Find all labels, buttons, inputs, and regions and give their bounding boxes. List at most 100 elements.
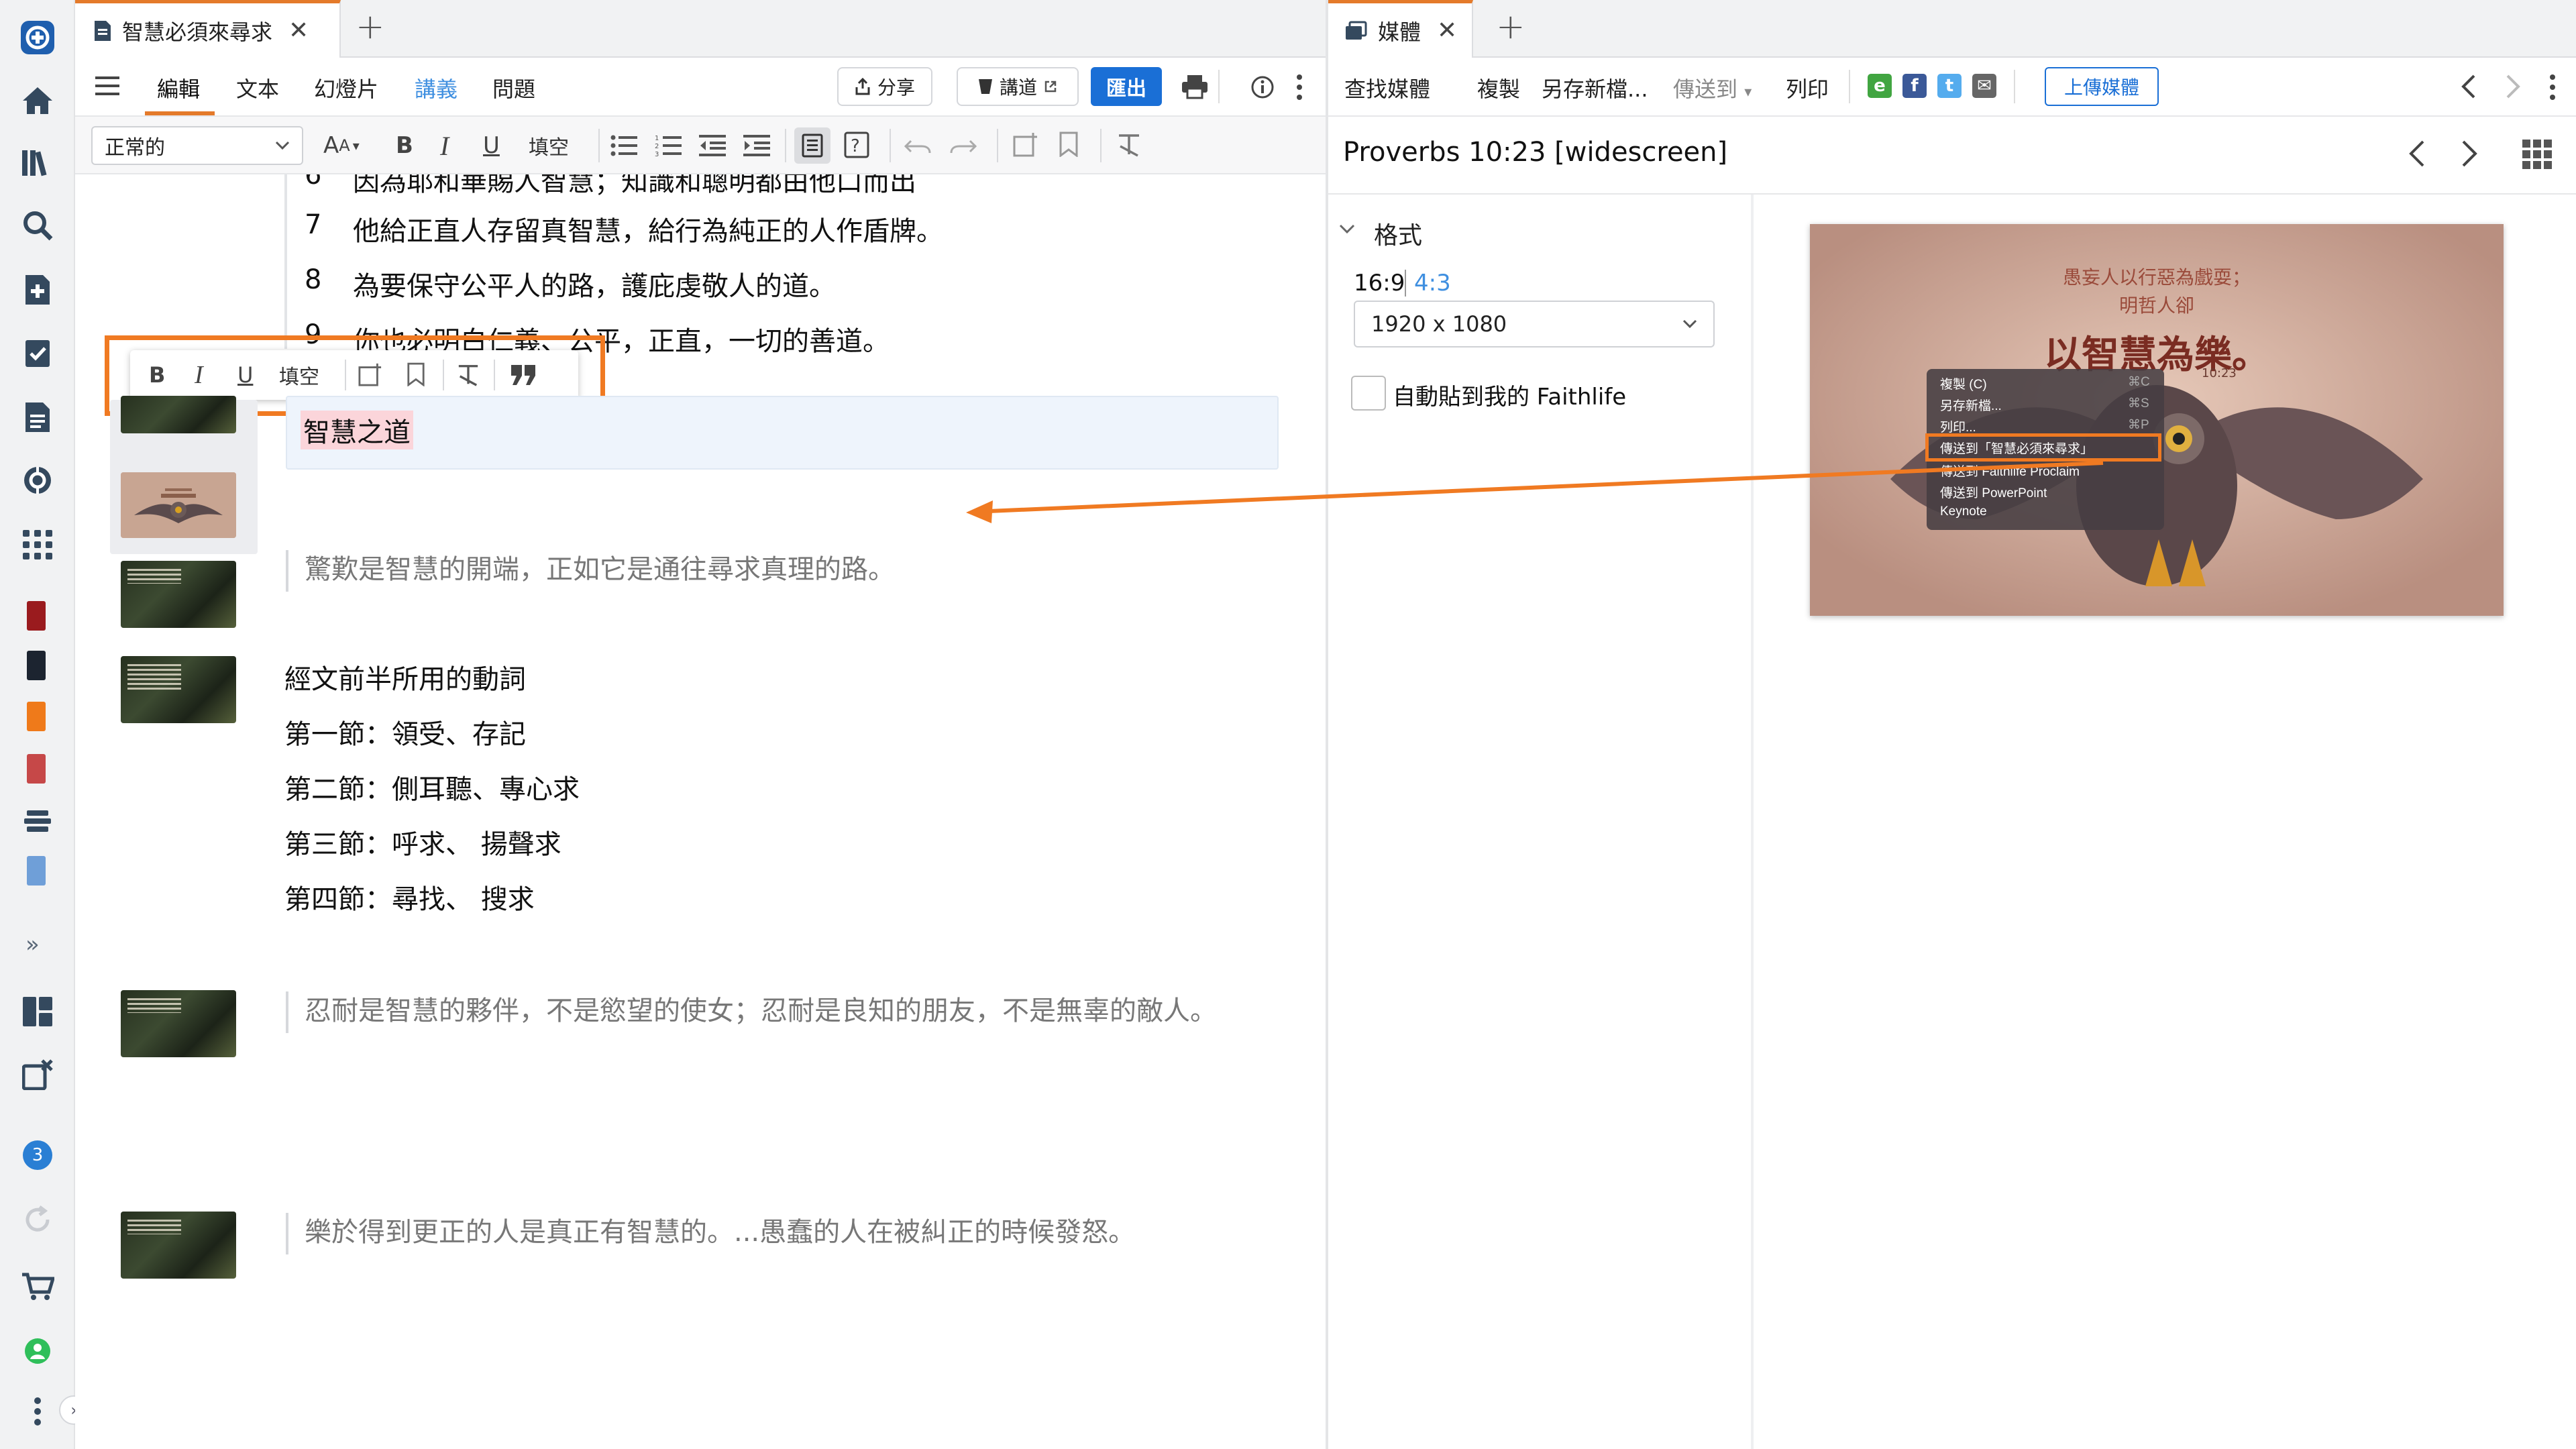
- new-tab-button[interactable]: +: [1496, 7, 1525, 47]
- book-icon[interactable]: [27, 856, 46, 885]
- bold-button[interactable]: B: [396, 126, 413, 165]
- sermon-button[interactable]: 講道: [957, 67, 1079, 106]
- collapse-icon[interactable]: [1339, 224, 1355, 237]
- tab-edit[interactable]: 編輯: [157, 72, 200, 103]
- block-line[interactable]: 第四節：尋找、 搜求: [284, 877, 535, 916]
- clear-format-icon[interactable]: [1116, 133, 1142, 160]
- home-icon[interactable]: [19, 82, 56, 119]
- book-icon[interactable]: [27, 601, 46, 631]
- close-tab-icon[interactable]: ✕: [288, 17, 309, 44]
- book-icon[interactable]: [27, 702, 46, 731]
- info-icon[interactable]: [1250, 75, 1275, 102]
- tab-media[interactable]: 媒體 ✕: [1328, 0, 1473, 58]
- verse-text[interactable]: 他給正直人存留真智慧，給行為純正的人作盾牌。: [353, 209, 943, 248]
- quote-text[interactable]: 樂於得到更正的人是真正有智慧的。...愚蠢的人在被糾正的時候發怒。: [305, 1210, 1135, 1249]
- italic-button[interactable]: I: [440, 126, 449, 165]
- fill-blank-button[interactable]: 填空: [279, 357, 319, 393]
- grid-view-icon[interactable]: [2522, 140, 2552, 172]
- close-tab-icon[interactable]: ✕: [1437, 17, 1457, 44]
- layout-icon[interactable]: [19, 993, 56, 1030]
- quote-text[interactable]: 驚歎是智慧的開端，正如它是通往尋求真理的路。: [305, 547, 895, 586]
- undo-icon[interactable]: [904, 138, 931, 157]
- twitter-icon[interactable]: t: [1937, 74, 1962, 98]
- apps-grid-icon[interactable]: [19, 526, 56, 564]
- facebook-icon[interactable]: f: [1902, 74, 1927, 98]
- quote-text[interactable]: 忍耐是智慧的夥伴，不是慾望的使女；忍耐是良知的朋友，不是無辜的敵人。: [305, 989, 1217, 1028]
- menu-item-copy[interactable]: 複製 (C): [1940, 374, 1987, 392]
- forward-icon[interactable]: [2505, 74, 2521, 102]
- autopost-checkbox[interactable]: [1351, 376, 1386, 411]
- book-icon[interactable]: [27, 754, 46, 784]
- bold-button[interactable]: B: [149, 357, 165, 393]
- quote-icon[interactable]: [510, 364, 538, 389]
- faithlife-logo-icon[interactable]: [19, 19, 56, 56]
- tab-document[interactable]: 智慧必須來尋求 ✕: [75, 0, 341, 58]
- tab-slides[interactable]: 幻燈片: [314, 72, 378, 103]
- doc-more-icon[interactable]: [1296, 74, 1303, 103]
- numbered-list-icon[interactable]: 123: [655, 134, 682, 160]
- indent-icon[interactable]: [743, 134, 770, 160]
- guides-icon[interactable]: [19, 462, 56, 499]
- back-icon[interactable]: [2461, 74, 2477, 102]
- share-button[interactable]: 分享: [837, 67, 932, 106]
- print-icon[interactable]: [1181, 74, 1209, 102]
- fill-blank-button[interactable]: 填空: [529, 126, 569, 165]
- italic-button[interactable]: I: [195, 357, 203, 393]
- close-panels-icon[interactable]: [19, 1056, 56, 1093]
- add-document-icon[interactable]: [19, 271, 56, 309]
- export-button[interactable]: 匯出: [1091, 67, 1162, 106]
- previous-media-icon[interactable]: [2408, 140, 2426, 170]
- menu-item-print[interactable]: 列印...: [1940, 417, 1976, 435]
- redo-icon[interactable]: [950, 138, 977, 157]
- library-icon[interactable]: [19, 144, 56, 181]
- block-line[interactable]: 第三節：呼求、 揚聲求: [284, 822, 561, 861]
- paragraph-style-select[interactable]: 正常的: [91, 126, 303, 165]
- underline-button[interactable]: U: [483, 126, 500, 165]
- resolution-select[interactable]: 1920 x 1080: [1354, 301, 1715, 347]
- content-block-button[interactable]: [794, 127, 830, 164]
- slide-thumbnail-owl[interactable]: [121, 472, 236, 538]
- slide-thumbnail[interactable]: [121, 1212, 236, 1279]
- find-media-button[interactable]: 查找媒體: [1344, 72, 1430, 103]
- selected-heading[interactable]: 智慧之道: [301, 411, 413, 449]
- block-title[interactable]: 經文前半所用的動詞: [284, 657, 526, 696]
- menu-item-send-to-powerpoint[interactable]: 傳送到 PowerPoint: [1940, 483, 2047, 501]
- cart-icon[interactable]: [19, 1268, 56, 1305]
- notification-badge[interactable]: 3: [23, 1140, 52, 1170]
- media-more-icon[interactable]: [2549, 74, 2556, 103]
- slide-thumbnail[interactable]: [121, 561, 236, 628]
- document-icon[interactable]: [19, 398, 56, 436]
- new-tab-button[interactable]: +: [356, 7, 385, 47]
- tab-handout[interactable]: 講義: [415, 72, 458, 103]
- underline-button[interactable]: U: [237, 357, 253, 393]
- search-icon[interactable]: [19, 207, 56, 244]
- menu-item-save[interactable]: 另存新檔...: [1940, 396, 2002, 414]
- copy-button[interactable]: 複製: [1477, 72, 1520, 103]
- stack-icon[interactable]: [19, 802, 56, 840]
- add-note-icon[interactable]: [358, 362, 382, 389]
- clear-format-icon[interactable]: [456, 364, 480, 389]
- question-block-icon[interactable]: ?: [844, 131, 869, 161]
- reading-plan-icon[interactable]: [19, 334, 56, 372]
- save-new-button[interactable]: 另存新檔...: [1542, 72, 1648, 103]
- add-note-icon[interactable]: [1013, 131, 1038, 160]
- bookmark-icon[interactable]: [1059, 131, 1079, 160]
- font-size-button[interactable]: A A ▾: [323, 126, 360, 165]
- menu-item-keynote[interactable]: Keynote: [1940, 504, 1987, 519]
- bookmark-icon[interactable]: [407, 362, 425, 389]
- upload-media-button[interactable]: 上傳媒體: [2045, 67, 2159, 106]
- ratio-4-3-option[interactable]: 4:3: [1414, 270, 1451, 297]
- slide-thumbnail[interactable]: [121, 656, 236, 723]
- hamburger-icon[interactable]: [95, 75, 119, 99]
- next-media-icon[interactable]: [2461, 140, 2478, 170]
- sync-icon[interactable]: [19, 1201, 56, 1238]
- verse-text[interactable]: 為要保守公平人的路，護庇虔敬人的道。: [353, 264, 836, 303]
- bullet-list-icon[interactable]: [610, 134, 637, 160]
- more-icon[interactable]: [19, 1393, 56, 1430]
- slide-thumbnail[interactable]: [121, 396, 236, 433]
- book-icon[interactable]: [27, 651, 46, 680]
- format-section-label[interactable]: 格式: [1374, 216, 1422, 251]
- ratio-16-9-option[interactable]: 16:9: [1354, 270, 1405, 297]
- evernote-icon[interactable]: e: [1868, 74, 1892, 98]
- block-line[interactable]: 第一節：領受、存記: [284, 712, 526, 751]
